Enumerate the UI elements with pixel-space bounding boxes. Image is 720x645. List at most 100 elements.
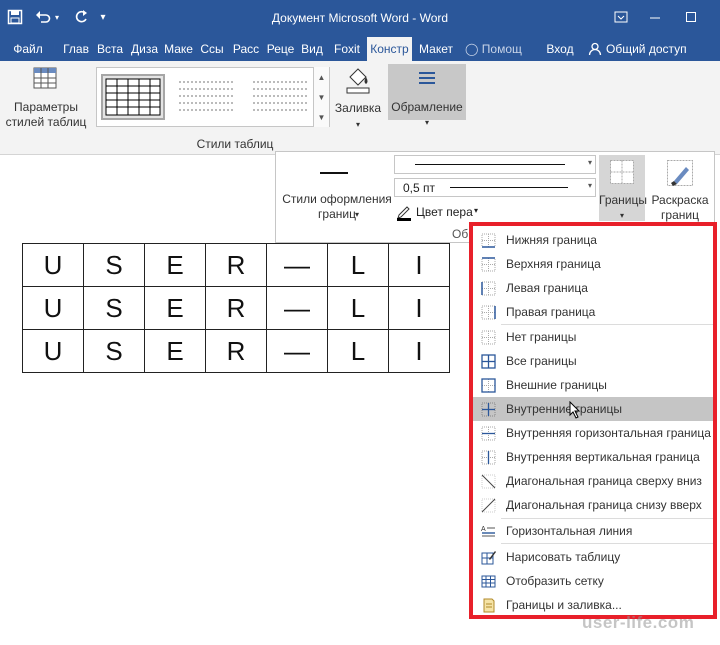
table-style-options-label[interactable]: Параметры стилей таблиц xyxy=(0,100,92,130)
tab-review[interactable]: Реце xyxy=(265,37,296,61)
table-cell[interactable]: I xyxy=(388,286,450,330)
diagonal-up-icon xyxy=(481,498,496,513)
tab-insert[interactable]: Вста xyxy=(95,37,125,61)
table-cell[interactable]: R xyxy=(205,286,267,330)
menu-item-top-border[interactable]: Верхняя граница xyxy=(473,252,713,276)
diagonal-down-icon xyxy=(481,474,496,489)
pen-color-button[interactable]: Цвет пера ▾ xyxy=(396,202,492,222)
gallery-up-icon[interactable]: ▲ xyxy=(318,73,326,82)
table-cell[interactable]: U xyxy=(22,243,84,287)
signin-link[interactable]: Вход xyxy=(543,37,577,61)
tab-layout[interactable]: Маке xyxy=(163,37,194,61)
table-cell[interactable]: L xyxy=(327,243,389,287)
share-button[interactable]: Общий доступ xyxy=(584,37,687,61)
border-painter-button[interactable]: Раскраска границ xyxy=(648,155,712,223)
tab-view[interactable]: Вид xyxy=(299,37,325,61)
table-cell[interactable]: E xyxy=(144,329,206,373)
menu-item-label: Внутренние границы xyxy=(506,402,622,416)
table-cell[interactable]: S xyxy=(83,286,145,330)
mouse-cursor-icon xyxy=(569,401,581,419)
table-cell[interactable]: — xyxy=(266,329,328,373)
table-cell[interactable]: U xyxy=(22,286,84,330)
menu-item-label: Внутренняя горизонтальная граница xyxy=(506,426,711,440)
shading-label[interactable]: Заливка xyxy=(330,101,386,116)
gallery-more-icon[interactable]: ▼ xyxy=(318,113,326,122)
tab-mailings[interactable]: Расс xyxy=(231,37,261,61)
line-weight-select[interactable]: 0,5 пт ▾ xyxy=(394,178,596,197)
table-cell[interactable]: U xyxy=(22,329,84,373)
menu-item-draw-table[interactable]: Нарисовать таблицу xyxy=(473,545,713,569)
borders-lines-icon xyxy=(419,72,435,84)
gallery-scroll[interactable]: ▲ ▼ ▼ xyxy=(313,67,329,127)
table-cell[interactable]: S xyxy=(83,243,145,287)
border-styles-dropdown-icon[interactable]: ▾ xyxy=(352,207,362,222)
table-cell[interactable]: L xyxy=(327,286,389,330)
border-grid-icon xyxy=(610,160,634,184)
menu-item-label: Горизонтальная линия xyxy=(506,524,633,538)
border-styles-label[interactable]: Стили оформления границ xyxy=(278,192,396,222)
share-label: Общий доступ xyxy=(606,42,687,56)
table-style-grid[interactable] xyxy=(101,74,165,120)
menu-item-no-border[interactable]: Нет границы xyxy=(473,325,713,349)
tab-foxit[interactable]: Foxit xyxy=(330,37,364,61)
tab-home[interactable]: Глав xyxy=(60,37,92,61)
menu-item-label: Все границы xyxy=(506,354,577,368)
borders-shading-icon xyxy=(483,598,495,613)
menu-item-label: Отобразить сетку xyxy=(506,574,604,588)
menu-item-label: Левая граница xyxy=(506,281,588,295)
line-style-select[interactable]: ▾ xyxy=(394,155,596,174)
table-cell[interactable]: E xyxy=(144,243,206,287)
menu-item-inside-vertical[interactable]: Внутренняя вертикальная граница xyxy=(473,445,713,469)
menu-item-left-border[interactable]: Левая граница xyxy=(473,276,713,300)
table-cell[interactable]: — xyxy=(266,243,328,287)
tab-table-layout[interactable]: Макет xyxy=(415,37,457,61)
menu-item-all-borders[interactable]: Все границы xyxy=(473,349,713,373)
tell-me-box[interactable]: ◯ Помощ xyxy=(465,37,535,61)
line-style-dropdown-icon[interactable]: ▾ xyxy=(588,158,592,167)
shading-dropdown-icon[interactable]: ▾ xyxy=(330,117,386,132)
table-cell[interactable]: L xyxy=(327,329,389,373)
border-painter-label: Раскраска границ xyxy=(651,193,709,222)
table-cell[interactable]: S xyxy=(83,329,145,373)
table-cell[interactable]: — xyxy=(266,286,328,330)
table-cell[interactable]: E xyxy=(144,286,206,330)
menu-item-outside-borders[interactable]: Внешние границы xyxy=(473,373,713,397)
border-outside-icon xyxy=(481,378,496,393)
menu-item-inside-horizontal[interactable]: Внутренняя горизонтальная граница xyxy=(473,421,713,445)
watermark: user-life.com xyxy=(582,613,695,632)
tab-table-design[interactable]: Констр xyxy=(367,37,412,61)
tab-file[interactable]: Файл xyxy=(8,37,48,61)
line-style-sample xyxy=(415,164,565,165)
menu-item-right-border[interactable]: Правая граница xyxy=(473,300,713,324)
menu-item-bottom-border[interactable]: Нижняя граница xyxy=(473,228,713,252)
ribbon-body: Параметры стилей таблиц ▲ ▼ ▼ Стили табл… xyxy=(0,61,720,155)
tab-design[interactable]: Диза xyxy=(129,37,160,61)
pen-icon xyxy=(397,206,411,221)
menu-item-diagonal-up[interactable]: Диагональная граница снизу вверх xyxy=(473,493,713,517)
menu-item-inside-borders[interactable]: Внутренние границы xyxy=(473,397,713,421)
border-style-sample-icon xyxy=(320,172,348,174)
table-styles-gallery: ▲ ▼ ▼ xyxy=(96,67,330,127)
minimize-icon[interactable] xyxy=(640,4,670,30)
ribbon-display-icon[interactable] xyxy=(606,4,636,30)
borders-button[interactable]: Границы ▾ xyxy=(599,155,647,221)
gallery-down-icon[interactable]: ▼ xyxy=(318,93,326,102)
menu-item-label: Внутренняя вертикальная граница xyxy=(506,450,700,464)
table-style-options-icon[interactable] xyxy=(32,65,58,91)
borders-group-button[interactable]: Обрамление ▾ xyxy=(388,64,466,127)
table-style-plain[interactable] xyxy=(175,74,239,120)
shading-icon[interactable] xyxy=(344,65,372,95)
table-cell[interactable]: R xyxy=(205,243,267,287)
table-cell[interactable]: I xyxy=(388,329,450,373)
line-weight-dropdown-icon[interactable]: ▾ xyxy=(588,181,592,190)
table-cell[interactable]: I xyxy=(388,243,450,287)
tab-references[interactable]: Ссы xyxy=(197,37,227,61)
menu-item-label: Диагональная граница сверху вниз xyxy=(506,474,702,488)
menu-item-view-gridlines[interactable]: Отобразить сетку xyxy=(473,569,713,593)
tell-me-text: Помощ xyxy=(481,42,522,56)
menu-item-horizontal-line[interactable]: A Горизонтальная линия xyxy=(473,519,713,543)
table-style-light[interactable] xyxy=(249,74,313,120)
table-cell[interactable]: R xyxy=(205,329,267,373)
maximize-icon[interactable] xyxy=(676,4,706,30)
menu-item-diagonal-down[interactable]: Диагональная граница сверху вниз xyxy=(473,469,713,493)
